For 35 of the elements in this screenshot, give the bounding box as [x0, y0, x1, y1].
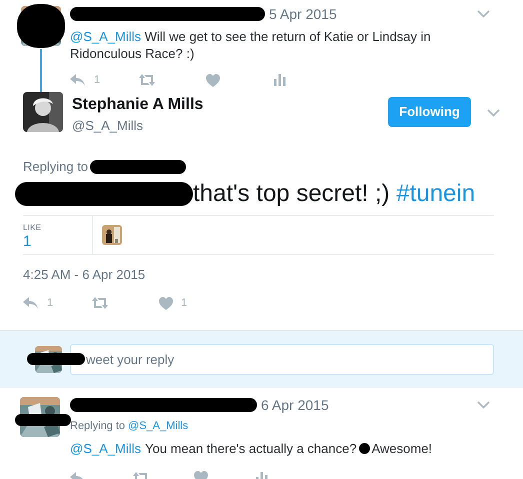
replying-to-label: Replying to — [23, 158, 88, 176]
action-count: 1 — [181, 296, 188, 311]
mention-link[interactable]: @S_A_Mills — [128, 418, 188, 434]
redaction-mark — [358, 442, 370, 454]
reply-input-field[interactable]: weet your reply — [70, 344, 494, 375]
likes-count[interactable]: 1 — [23, 234, 92, 250]
hashtag-link[interactable]: #tunein — [396, 180, 476, 207]
chevron-down-icon[interactable] — [477, 10, 490, 18]
following-button[interactable]: Following — [388, 97, 471, 127]
replying-to-label: Replying to — [70, 419, 126, 434]
tweet-date[interactable]: 6 Apr 2015 — [261, 394, 329, 416]
heart-icon[interactable] — [206, 74, 220, 87]
redaction-mark — [17, 4, 65, 48]
analytics-icon[interactable] — [274, 74, 286, 86]
tweet-text: that's top secret! ;) #tunein — [193, 180, 476, 208]
retweet-icon[interactable] — [91, 297, 109, 310]
user-name[interactable]: Stephanie A Mills — [72, 96, 204, 114]
action-count: 1 — [94, 73, 100, 88]
chevron-down-icon[interactable] — [487, 109, 500, 117]
action-count: 1 — [47, 296, 54, 311]
tweet-text: @S_A_Mills Will we get to see the return of Katie or Lindsay in Ridonculous Race? :) — [70, 28, 432, 62]
reply-icon[interactable] — [23, 297, 39, 310]
mention-link[interactable]: @S_A_Mills — [70, 438, 141, 458]
mention-link[interactable]: @S_A_Mills — [70, 29, 141, 44]
retweet-icon[interactable] — [138, 74, 156, 86]
heart-icon[interactable] — [159, 296, 173, 310]
tweet-timestamp[interactable]: 4:25 AM - 6 Apr 2015 — [23, 267, 146, 283]
user-handle[interactable]: @S_A_Mills — [72, 116, 204, 136]
reply-icon[interactable] — [70, 74, 86, 86]
tweet-text: You mean there's actually a chance? — [145, 440, 357, 458]
tweet-date[interactable]: 5 Apr 2015 — [269, 4, 337, 24]
chevron-down-icon[interactable] — [477, 401, 490, 409]
redaction-mark — [15, 414, 71, 426]
tweet-text: Awesome! — [372, 440, 432, 458]
likes-label: LIKE — [23, 222, 42, 234]
